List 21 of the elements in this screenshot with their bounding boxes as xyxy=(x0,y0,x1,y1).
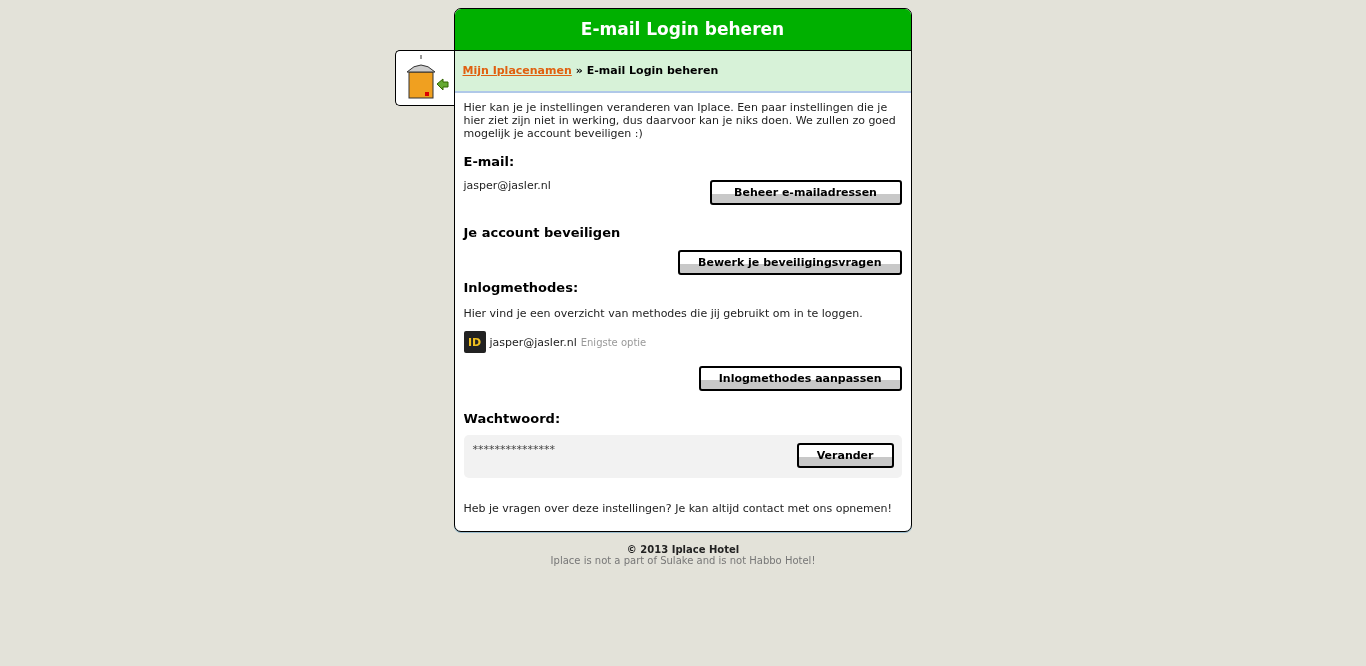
contact-text: Heb je vragen over deze instellingen? Je kan altijd contact met ons opnemen! xyxy=(463,502,893,515)
section-heading: E-mail: xyxy=(463,154,516,169)
copyright-text: © 2013 Iplace Hotel xyxy=(626,544,740,555)
section-heading: Je account beveiligen xyxy=(463,225,622,240)
intro-text: Hier kan je je instellingen veranderen van Iplace. Een paar instellingen die je hier ziet zijn niet in werking, dus daarvoor kan je niks doen. We zullen zo goed mogelijk je account beveiligen :) xyxy=(463,101,897,140)
section-heading: Wachtwoord: xyxy=(463,411,562,426)
login-methods-text: Hier vind je een overzicht van methodes die jij gebruikt om in te loggen. xyxy=(463,307,864,320)
change-password-button[interactable]: Verander xyxy=(796,443,894,468)
section-heading: Inlogmethodes: xyxy=(463,280,580,295)
id-badge-icon: ID xyxy=(463,331,486,353)
security-questions-button[interactable]: Bewerk je beveiligingsvragen xyxy=(678,250,902,275)
disclaimer-text: Iplace is not a part of Sulake and is not Habbo Hotel! xyxy=(549,555,817,566)
login-email: jasper@jasler.nl xyxy=(489,335,577,349)
email-address: jasper@jasler.nl xyxy=(463,179,551,192)
breadcrumb-current: » E-mail Login beheren xyxy=(575,64,719,77)
edit-login-methods-button[interactable]: Inlogmethodes aanpassen xyxy=(698,366,902,391)
manage-emails-button[interactable]: Beheer e-mailadressen xyxy=(709,180,902,205)
method-note: Enigste optie xyxy=(580,336,647,348)
back-tab[interactable] xyxy=(394,50,454,106)
panel-title: E-mail Login beheren xyxy=(580,19,785,39)
password-mask: *************** xyxy=(472,443,555,456)
